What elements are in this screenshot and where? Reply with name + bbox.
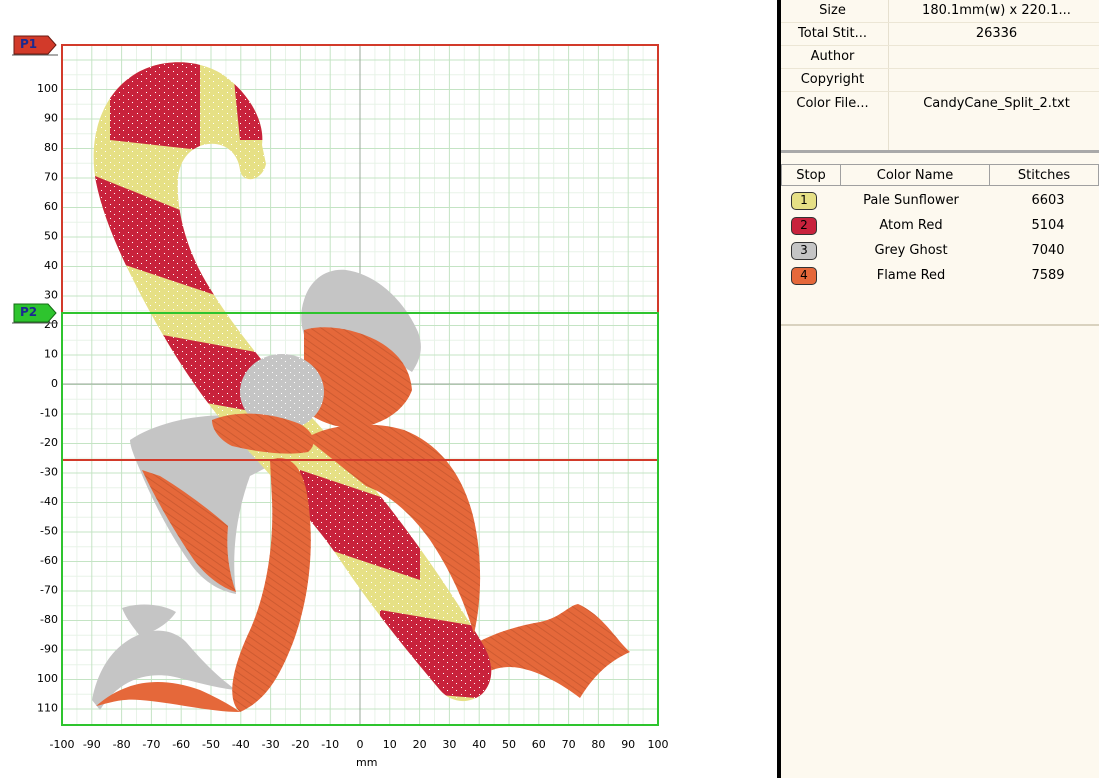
x-tick-label: -80 xyxy=(113,738,131,751)
design-properties: Size 180.1mm(w) x 220.1... Total Stit...… xyxy=(781,0,1099,150)
property-label: Size xyxy=(819,3,846,18)
color-swatch[interactable]: 2 xyxy=(791,217,817,235)
x-tick-label: -50 xyxy=(202,738,220,751)
x-axis-ticks: -100 -90 -80 -70 -60 -50 -40 -30 -20 -10 0 10 20 30 40… xyxy=(50,738,669,751)
x-tick-label: -40 xyxy=(232,738,250,751)
y-tick-label: 110 xyxy=(37,702,58,715)
property-row-size[interactable]: Size 180.1mm(w) x 220.1... xyxy=(781,0,1099,22)
y-tick-label: -20 xyxy=(40,436,58,449)
color-name: Flame Red xyxy=(876,268,946,283)
stitch-count: 6603 xyxy=(1031,193,1065,208)
y-tick-label: 70 xyxy=(44,171,58,184)
color-stop-row[interactable]: 1 Pale Sunflower 6603 xyxy=(781,190,1099,214)
x-tick-label: 50 xyxy=(502,738,516,751)
x-tick-label: -30 xyxy=(262,738,280,751)
property-value: 180.1mm(w) x 220.1... xyxy=(922,3,1071,18)
header-color-name[interactable]: Color Name xyxy=(840,164,990,186)
property-label: Total Stit... xyxy=(798,26,867,41)
x-tick-label: 70 xyxy=(562,738,576,751)
color-stop-row[interactable]: 4 Flame Red 7589 xyxy=(781,265,1099,289)
x-tick-label: 90 xyxy=(621,738,635,751)
y-tick-label: -90 xyxy=(40,643,58,656)
y-tick-label: -40 xyxy=(40,495,58,508)
x-tick-label: -100 xyxy=(50,738,75,751)
x-tick-label: 10 xyxy=(383,738,397,751)
x-tick-label: 40 xyxy=(472,738,486,751)
property-row-copyright[interactable]: Copyright xyxy=(781,69,1099,91)
y-tick-label: 10 xyxy=(44,348,58,361)
color-table-bottom-border xyxy=(781,324,1099,326)
design-canvas[interactable]: -100 -90 -80 -70 -60 -50 -40 -30 -20 -10 0 10 20 30 40… xyxy=(0,0,680,778)
x-tick-label: -90 xyxy=(83,738,101,751)
color-stops-table: Stop Color Name Stitches 1 Pale Sunflower… xyxy=(781,156,1099,324)
y-tick-label: 80 xyxy=(44,141,58,154)
x-axis-unit: mm xyxy=(356,756,377,769)
design-info-panel: Size 180.1mm(w) x 220.1... Total Stit...… xyxy=(781,0,1099,778)
header-stop[interactable]: Stop xyxy=(781,164,841,186)
partition-marker-p2[interactable]: P2 xyxy=(12,302,58,324)
y-tick-label: -80 xyxy=(40,613,58,626)
x-tick-label: 0 xyxy=(357,738,364,751)
color-table-header: Stop Color Name Stitches xyxy=(781,164,1099,188)
panel-splitter[interactable] xyxy=(781,150,1099,153)
partition-marker-p1-label: P1 xyxy=(20,37,38,51)
y-tick-label: 90 xyxy=(44,112,58,125)
x-tick-label: 30 xyxy=(442,738,456,751)
y-tick-label: 40 xyxy=(44,259,58,272)
y-tick-label: -30 xyxy=(40,466,58,479)
y-tick-label: 50 xyxy=(44,230,58,243)
y-tick-label: 30 xyxy=(44,289,58,302)
property-label: Author xyxy=(810,49,855,64)
x-tick-label: 60 xyxy=(532,738,546,751)
property-label: Color File... xyxy=(796,96,869,111)
color-stop-row[interactable]: 3 Grey Ghost 7040 xyxy=(781,240,1099,264)
y-axis-ticks: 1009080706050403020100-10-20-30-40-50-60… xyxy=(37,82,58,715)
stitch-count: 5104 xyxy=(1031,218,1065,233)
x-tick-label: -70 xyxy=(142,738,160,751)
x-tick-label: 100 xyxy=(648,738,669,751)
y-tick-label: 0 xyxy=(51,377,58,390)
property-value: CandyCane_Split_2.txt xyxy=(923,96,1070,111)
color-swatch[interactable]: 1 xyxy=(791,192,817,210)
design-canvas-svg[interactable]: -100 -90 -80 -70 -60 -50 -40 -30 -20 -10 0 10 20 30 40… xyxy=(0,0,680,778)
y-tick-label: 100 xyxy=(37,82,58,95)
partition-marker-p1[interactable]: P1 xyxy=(12,34,58,56)
y-tick-label: -60 xyxy=(40,554,58,567)
y-tick-label: -70 xyxy=(40,584,58,597)
property-label: Copyright xyxy=(800,72,865,87)
stitch-count: 7040 xyxy=(1031,243,1065,258)
color-swatch[interactable]: 4 xyxy=(791,267,817,285)
partition-marker-p2-label: P2 xyxy=(20,305,38,319)
color-name: Atom Red xyxy=(879,218,943,233)
y-tick-label: 60 xyxy=(44,200,58,213)
color-stop-row[interactable]: 2 Atom Red 5104 xyxy=(781,215,1099,239)
color-name: Pale Sunflower xyxy=(863,193,959,208)
property-row-total-stitches[interactable]: Total Stit... 26336 xyxy=(781,23,1099,45)
property-row-color-file[interactable]: Color File... CandyCane_Split_2.txt xyxy=(781,93,1099,115)
color-swatch[interactable]: 3 xyxy=(791,242,817,260)
header-stitches[interactable]: Stitches xyxy=(989,164,1099,186)
property-value: 26336 xyxy=(975,26,1018,41)
y-tick-label: 100 xyxy=(37,672,58,685)
x-tick-label: -10 xyxy=(321,738,339,751)
x-tick-label: 20 xyxy=(413,738,427,751)
x-tick-label: 80 xyxy=(591,738,605,751)
y-tick-label: -10 xyxy=(40,407,58,420)
x-tick-label: -60 xyxy=(172,738,190,751)
y-tick-label: -50 xyxy=(40,525,58,538)
x-tick-label: -20 xyxy=(291,738,309,751)
property-row-author[interactable]: Author xyxy=(781,46,1099,68)
color-name: Grey Ghost xyxy=(874,243,948,258)
stitch-count: 7589 xyxy=(1031,268,1065,283)
